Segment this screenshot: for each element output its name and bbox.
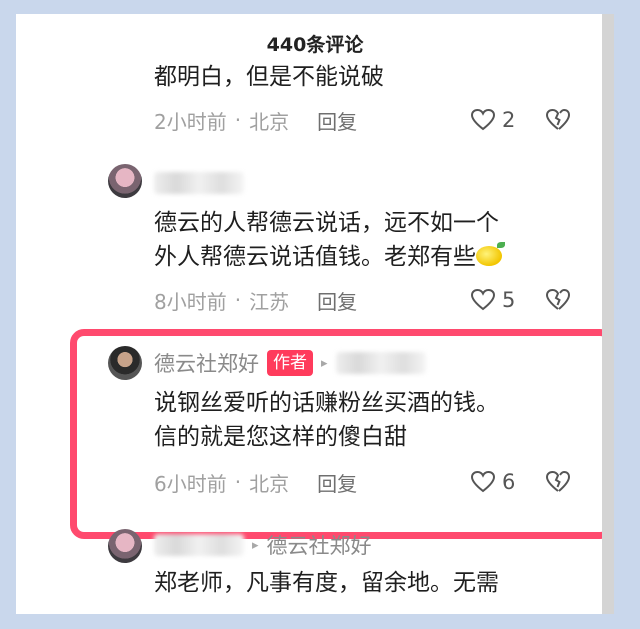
dislike-button[interactable]	[544, 284, 572, 316]
username-text: 德云社郑好	[154, 352, 259, 376]
comment-username[interactable]: ▸ 德云社郑好	[154, 530, 372, 560]
author-badge: 作者	[267, 350, 313, 376]
reply-button[interactable]: 回复	[317, 106, 357, 135]
heart-icon	[470, 108, 496, 131]
comment-text: 郑老师，凡事有度，留余地。无需	[154, 566, 584, 614]
meta-separator: ·	[234, 108, 242, 132]
comment-time: 8小时前	[154, 289, 227, 314]
comment-text-line: 说钢丝爱听的话赚粉丝买酒的钱。	[154, 390, 499, 416]
lemon-emoji-icon	[476, 242, 505, 266]
like-count: 6	[502, 470, 516, 494]
like-count: 2	[502, 108, 516, 132]
comment-location: 江苏	[249, 289, 290, 314]
comment-text: 德云的人帮德云说话，远不如一个 外人帮德云说话值钱。老郑有些	[154, 206, 584, 274]
comment-text-line-blurred	[154, 600, 584, 614]
dislike-button[interactable]	[544, 104, 572, 136]
scrollbar[interactable]	[602, 14, 614, 614]
blurred-username	[154, 534, 244, 556]
reply-button[interactable]: 回复	[317, 286, 357, 315]
like-count: 5	[502, 288, 516, 312]
comment-username[interactable]: 德云社郑好 作者 ▸	[154, 348, 426, 378]
screenshot-frame: 440条评论 都明白，但是不能说破 2小时前 · 北京 回复 2 德云的人帮德云…	[0, 0, 640, 629]
comment-text: 说钢丝爱听的话赚粉丝买酒的钱。 信的就是您这样的傻白甜	[154, 386, 584, 454]
comment-location: 北京	[249, 471, 290, 496]
broken-heart-icon	[545, 470, 571, 492]
avatar[interactable]	[108, 346, 142, 380]
like-button[interactable]: 5	[470, 284, 515, 316]
comment-text-line: 外人帮德云说话值钱。老郑有些	[154, 240, 584, 274]
blurred-username	[154, 172, 244, 194]
comment-text-line: 郑老师，凡事有度，留余地。无需	[154, 570, 499, 596]
comment-username[interactable]	[154, 168, 244, 198]
comment-location: 北京	[249, 109, 290, 134]
like-button[interactable]: 2	[470, 104, 515, 136]
heart-icon	[470, 288, 496, 311]
comment-text-line: 德云的人帮德云说话，远不如一个	[154, 210, 499, 236]
reply-button[interactable]: 回复	[317, 468, 357, 497]
blurred-username	[335, 352, 426, 374]
reply-arrow-icon: ▸	[252, 537, 259, 553]
broken-heart-icon	[545, 108, 571, 130]
comment-text-segment: 外人帮德云说话值钱。老郑有些	[154, 244, 476, 270]
comments-panel: 440条评论 都明白，但是不能说破 2小时前 · 北京 回复 2 德云的人帮德云…	[16, 14, 614, 614]
comment-text-line: 信的就是您这样的傻白甜	[154, 424, 407, 450]
meta-separator: ·	[234, 288, 242, 312]
heart-icon	[470, 470, 496, 493]
reply-arrow-icon: ▸	[321, 355, 328, 371]
comment-time: 6小时前	[154, 471, 227, 496]
meta-separator: ·	[234, 470, 242, 494]
avatar[interactable]	[108, 529, 142, 563]
comments-count-title: 440条评论	[266, 34, 364, 56]
reply-to-username: 德云社郑好	[266, 534, 372, 558]
like-button[interactable]: 6	[470, 466, 515, 498]
comment-time: 2小时前	[154, 109, 227, 134]
dislike-button[interactable]	[544, 466, 572, 498]
comment-text: 都明白，但是不能说破	[154, 64, 384, 90]
avatar[interactable]	[108, 164, 142, 198]
broken-heart-icon	[545, 288, 571, 310]
